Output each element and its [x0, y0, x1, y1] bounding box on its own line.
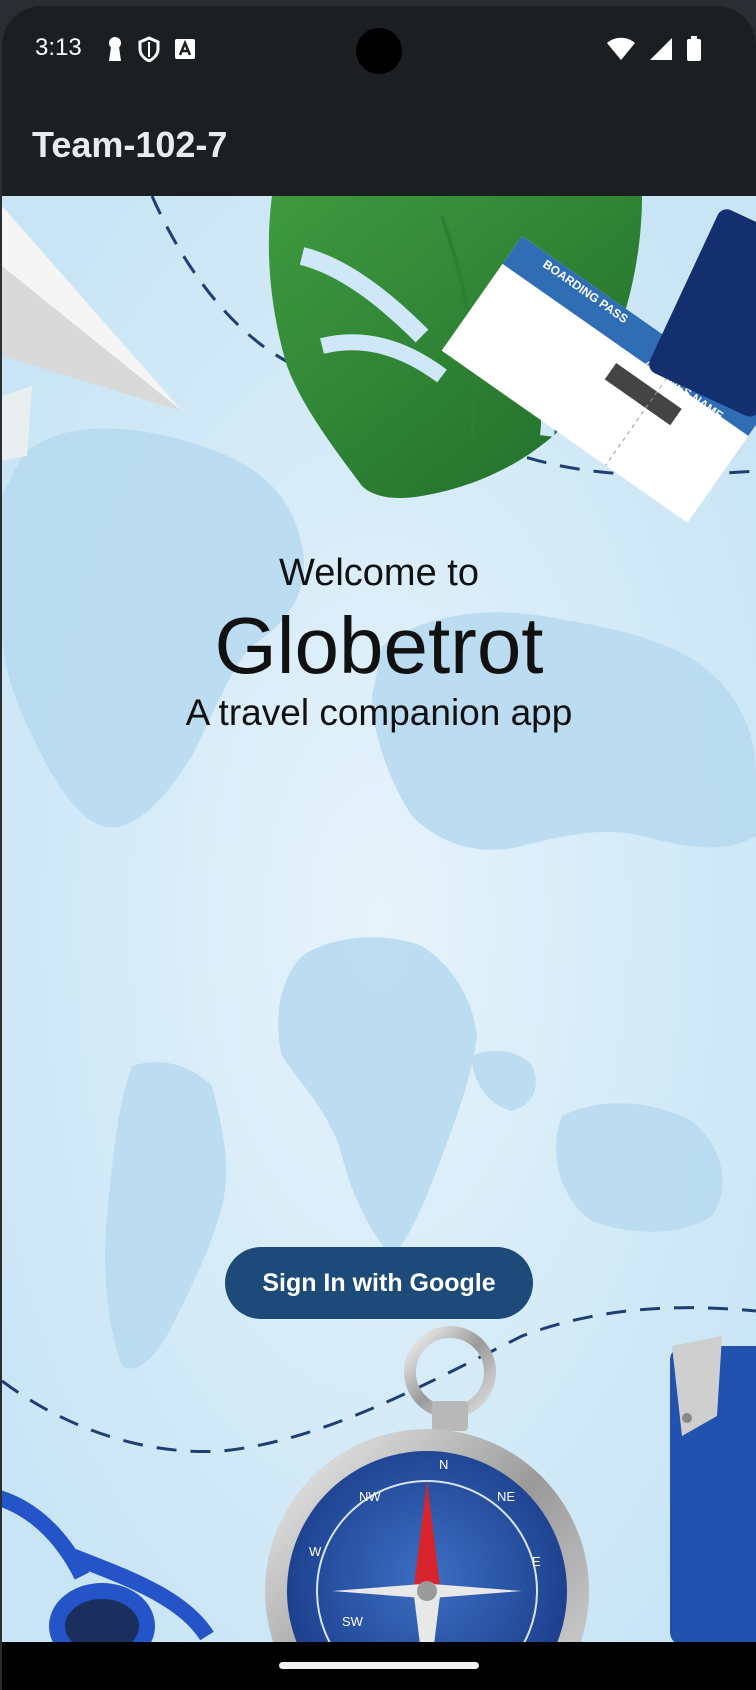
compass-sw-label: SW [342, 1614, 364, 1629]
suitcase-illustration [670, 1336, 756, 1642]
welcome-intro: Welcome to [279, 552, 479, 594]
app-name-title: Globetrot [214, 601, 544, 690]
battery-icon [687, 36, 701, 61]
status-icons-left [106, 36, 196, 62]
signal-icon [650, 38, 672, 60]
status-time: 3:13 [35, 34, 82, 61]
status-icons-right [606, 36, 702, 62]
wifi-icon [607, 37, 635, 60]
text-a-icon [175, 39, 195, 59]
app-title: Team-102-7 [32, 124, 228, 165]
travel-background-illustration: BOARDING PASS AIRLINES NAME N NE E NW W [2, 196, 756, 1642]
compass-n-label: N [439, 1457, 448, 1472]
status-bar: 3:13 [2, 6, 756, 96]
shield-icon [138, 36, 160, 62]
phone-screen: 3:13 Team-102-7 BOARDING PASS AIRLINES N… [2, 6, 756, 1690]
compass-ne-label: NE [497, 1489, 515, 1504]
sign-in-google-button[interactable]: Sign In with Google [225, 1247, 533, 1319]
front-camera [356, 28, 402, 74]
home-gesture-handle[interactable] [279, 1662, 479, 1669]
keyhole-icon [109, 37, 121, 61]
compass-e-label: E [532, 1554, 541, 1569]
welcome-screen: BOARDING PASS AIRLINES NAME N NE E NW W [2, 196, 756, 1642]
app-tagline: A travel companion app [185, 692, 573, 733]
navigation-bar [2, 1642, 756, 1690]
compass-w-label: W [309, 1544, 322, 1559]
compass-nw-label: NW [359, 1489, 381, 1504]
app-bar: Team-102-7 [2, 96, 756, 196]
